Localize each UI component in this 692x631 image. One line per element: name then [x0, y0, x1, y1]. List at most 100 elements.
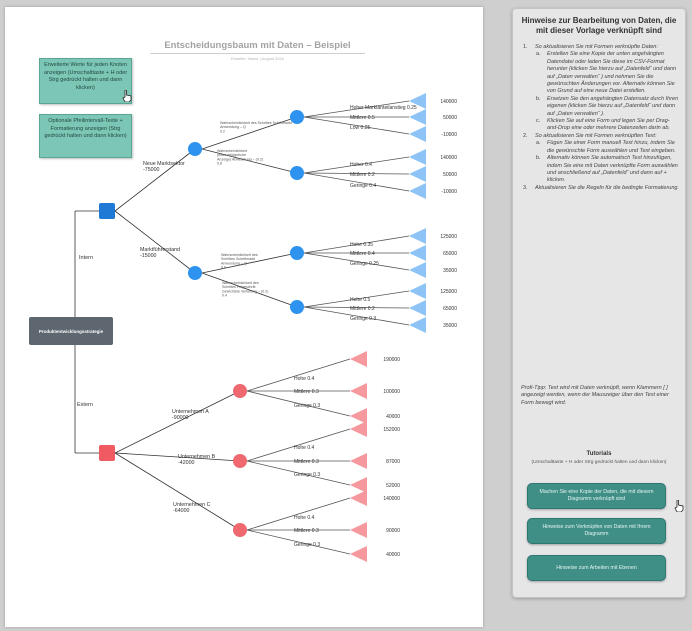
instruction-step-number: b.	[536, 95, 541, 102]
tutorials-description: (Umschalttaste + H oder Strg gedrückt ha…	[531, 460, 667, 465]
branch-line	[246, 358, 351, 392]
leaf-value: 125000	[440, 234, 457, 240]
instruction-step: c. Klicken Sie auf eine Form und legen Si…	[521, 118, 679, 133]
chance-node[interactable]	[188, 266, 202, 280]
instructions-list: 1. So aktualisieren Sie mit Formen verknü…	[521, 44, 679, 192]
instructions-panel: Hinweise zur Bearbeitung von Daten, die …	[512, 8, 686, 598]
chance-node[interactable]	[233, 454, 247, 468]
instruction-step: a. Erstellen Sie eine Kopie der unten ang…	[521, 51, 679, 95]
leaf-value: 65000	[443, 251, 457, 257]
chance-node[interactable]	[290, 110, 304, 124]
leaf-label: Hoher 0.4	[350, 162, 372, 168]
leaf-node[interactable]	[409, 262, 426, 278]
chance-node[interactable]	[290, 166, 304, 180]
leaf-label: Mittlere 0.3	[294, 528, 319, 534]
chance-node[interactable]	[233, 384, 247, 398]
instruction-step-text: Klicken Sie auf eine Form und legen Sie …	[547, 118, 670, 132]
edge-label: Wahrscheinlichkeit des Schrittes Schritt…	[220, 121, 292, 133]
instruction-step-number: 2.	[523, 132, 528, 139]
branch-line	[114, 148, 196, 212]
leaf-value: 140000	[383, 496, 400, 502]
chance-node[interactable]	[290, 300, 304, 314]
instruction-step: b. Ersetzen Sie den angehängten Datensatz…	[521, 96, 679, 118]
leaf-node[interactable]	[409, 317, 426, 333]
leaf-value: 40000	[386, 414, 400, 420]
instruction-step-text: Aktualisieren Sie die Regeln für die bed…	[535, 184, 679, 191]
tutorials-heading: Tutorials	[586, 451, 612, 457]
instruction-step: a. Fügen Sie einer Form manuell Text hinz…	[521, 140, 679, 155]
leaf-node[interactable]	[409, 245, 426, 261]
leaf-label: Hoher Marktanteilanstieg 0.25	[350, 105, 417, 111]
leaf-node[interactable]	[409, 126, 426, 142]
leaf-value: 40000	[386, 552, 400, 558]
hand-cursor-icon	[122, 90, 132, 102]
leaf-node[interactable]	[350, 490, 367, 506]
copy-data-button[interactable]: Machen Sie eine Kopie der Daten, die mit…	[527, 483, 666, 509]
leaf-label: Geringe 0.25	[350, 261, 379, 267]
chance-node[interactable]	[188, 142, 202, 156]
leaf-node[interactable]	[350, 522, 367, 538]
leaf-node[interactable]	[350, 546, 367, 562]
leaf-label: Low 0.25	[350, 125, 371, 131]
leaf-node[interactable]	[350, 477, 367, 493]
instruction-step-text: Ersetzen Sie den angehängten Datensatz d…	[547, 95, 679, 117]
edge-label: Wahrscheinlichkeit des Schrittes Folgesch…	[222, 281, 268, 297]
leaf-label: Mittlere 0.2	[350, 172, 375, 178]
leaf-label: Mittlere 0.5	[350, 115, 375, 121]
branch-line	[114, 210, 196, 274]
layers-guide-button[interactable]: Hinweise zum Arbeiten mit Ebenen	[527, 555, 666, 581]
leaf-node[interactable]	[350, 453, 367, 469]
leaf-value: 190000	[383, 357, 400, 363]
decision-node[interactable]	[99, 203, 115, 219]
instruction-step-text: So aktualisieren Sie mit Formen verknüpf…	[535, 44, 658, 50]
leaf-node[interactable]	[409, 166, 426, 182]
instruction-step-text: Erstellen Sie eine Kopie der unten angeh…	[547, 51, 677, 95]
leaf-node[interactable]	[409, 300, 426, 316]
leaf-node[interactable]	[409, 283, 426, 299]
instructions-title: Hinweise zur Bearbeitung von Daten, die …	[521, 16, 677, 35]
leaf-label: Hohe 0.4	[294, 445, 315, 451]
instruction-step-text: Alternativ können Sie automatisch Text h…	[547, 155, 678, 184]
decision-node[interactable]	[99, 445, 115, 461]
pro-tip-label: Profi-Tipp:	[521, 385, 547, 391]
pro-tip: Profi-Tipp: Text wird mit Daten verknüpf…	[521, 385, 679, 407]
leaf-value: 152000	[383, 427, 400, 433]
root-node[interactable]: Produktentwicklungsstrategie	[29, 317, 113, 345]
instruction-step-text: Fügen Sie einer Form manuell Text hinzu,…	[547, 140, 676, 154]
instruction-step: 2. So aktualisieren Sie mit Formen verknü…	[521, 133, 679, 140]
leaf-node[interactable]	[409, 109, 426, 125]
hand-cursor-icon	[674, 500, 684, 512]
leaf-label: Hohe 0.35	[350, 242, 373, 248]
diagram-page: Entscheidungsbaum mit Daten – Beispiel E…	[5, 7, 483, 627]
leaf-label: Mittlere 0.3	[294, 389, 319, 395]
leaf-label: Mittlere 0.4	[350, 251, 375, 257]
chance-node[interactable]	[233, 523, 247, 537]
leaf-label: Mittlere 0.2	[350, 306, 375, 312]
leaf-value: 125000	[440, 289, 457, 295]
leaf-node[interactable]	[350, 421, 367, 437]
leaf-value: 87000	[386, 459, 400, 465]
leaf-node[interactable]	[350, 351, 367, 367]
leaf-value: -10000	[441, 189, 457, 195]
branch-label-intern: Intern	[79, 255, 93, 261]
instruction-step-text: So aktualisieren Sie mit Formen verknüpf…	[535, 132, 657, 139]
leaf-node[interactable]	[409, 149, 426, 165]
chance-node[interactable]	[290, 246, 304, 260]
node-label-intern-a: Neue Marktsektor -75000	[143, 161, 185, 173]
leaf-label: Geringe 0.4	[350, 183, 376, 189]
instruction-step: b. Alternativ können Sie automatisch Text…	[521, 155, 679, 185]
leaf-node[interactable]	[350, 408, 367, 424]
leaf-label: Mittlere 0.3	[294, 459, 319, 465]
leaf-value: 100000	[383, 389, 400, 395]
leaf-node[interactable]	[409, 183, 426, 199]
note-optional-arrows[interactable]: Optionale Pfeilintervall-Texte + Formati…	[39, 114, 132, 158]
leaf-label: Geringe 0.3	[294, 403, 320, 409]
leaf-node[interactable]	[409, 228, 426, 244]
leaf-label: Geringe 0.3	[294, 472, 320, 478]
leaf-value: 35000	[443, 268, 457, 274]
instruction-step-number: 1.	[523, 44, 528, 50]
note-advanced-values[interactable]: Erweiterte Werte für jeden Knoten anzeig…	[39, 58, 132, 104]
link-data-guide-button[interactable]: Hinweise zum Verknüpfen von Daten mit Ih…	[527, 518, 666, 544]
leaf-node[interactable]	[350, 383, 367, 399]
leaf-value: 50000	[443, 172, 457, 178]
